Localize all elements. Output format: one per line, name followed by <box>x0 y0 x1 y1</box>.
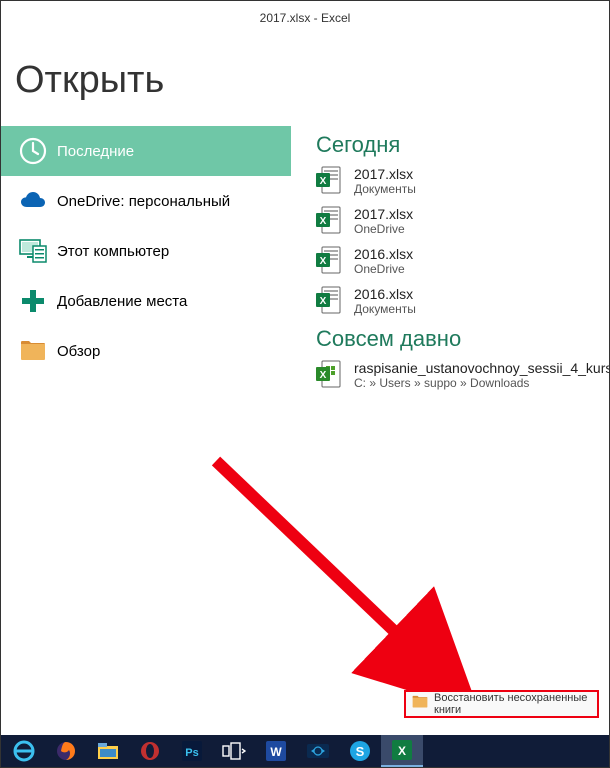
section-old-title: Совсем давно <box>316 326 609 352</box>
location-add-place[interactable]: Добавление места <box>1 276 291 326</box>
taskbar-explorer[interactable] <box>87 735 129 767</box>
page-title: Открыть <box>1 29 609 126</box>
taskbar-edge[interactable] <box>3 735 45 767</box>
taskbar: Ps W S X <box>1 735 609 767</box>
excel-file-icon <box>316 246 344 274</box>
location-onedrive[interactable]: OneDrive: персональный <box>1 176 291 226</box>
file-row[interactable]: 2016.xlsxДокументы <box>316 286 609 316</box>
taskbar-opera[interactable] <box>129 735 171 767</box>
computer-icon <box>15 239 51 263</box>
excel-file-icon <box>316 206 344 234</box>
location-label: OneDrive: персональный <box>57 193 230 210</box>
file-row[interactable]: 2016.xlsxOneDrive <box>316 246 609 276</box>
section-today-title: Сегодня <box>316 132 609 158</box>
file-sub: Документы <box>354 182 416 196</box>
file-name: raspisanie_ustanovochnoy_sessii_4_kursa <box>354 360 609 376</box>
excel-file-old-icon <box>316 360 344 388</box>
location-browse[interactable]: Обзор <box>1 326 291 376</box>
location-label: Последние <box>57 143 134 160</box>
file-sub: OneDrive <box>354 262 413 276</box>
location-this-pc[interactable]: Этот компьютер <box>1 226 291 276</box>
file-name: 2016.xlsx <box>354 286 416 302</box>
location-label: Обзор <box>57 343 100 360</box>
file-name: 2016.xlsx <box>354 246 413 262</box>
taskbar-teamviewer[interactable] <box>297 735 339 767</box>
file-row[interactable]: 2017.xlsxДокументы <box>316 166 609 196</box>
file-sub: Документы <box>354 302 416 316</box>
clock-icon <box>15 137 51 165</box>
file-row[interactable]: raspisanie_ustanovochnoy_sessii_4_kursaC… <box>316 360 609 390</box>
annotation-arrow <box>206 451 486 711</box>
recover-label: Восстановить несохраненные книги <box>434 692 591 716</box>
file-sub: OneDrive <box>354 222 413 236</box>
file-sub: C: » Users » suppo » Downloads <box>354 376 609 390</box>
taskbar-photoshop[interactable]: Ps <box>171 735 213 767</box>
taskbar-word[interactable]: W <box>255 735 297 767</box>
file-name: 2017.xlsx <box>354 166 416 182</box>
cloud-icon <box>15 191 51 211</box>
svg-text:X: X <box>398 744 406 758</box>
folder-icon <box>15 340 51 362</box>
plus-icon <box>15 288 51 314</box>
excel-file-icon <box>316 286 344 314</box>
folder-icon <box>412 695 428 714</box>
location-list: Последние OneDrive: персональный Этот ко… <box>1 126 291 400</box>
excel-file-icon <box>316 166 344 194</box>
svg-text:W: W <box>270 745 282 759</box>
location-label: Этот компьютер <box>57 243 169 260</box>
taskbar-excel[interactable]: X <box>381 735 423 767</box>
file-row[interactable]: 2017.xlsxOneDrive <box>316 206 609 236</box>
window-title: 2017.xlsx - Excel <box>1 1 609 29</box>
svg-text:Ps: Ps <box>185 747 198 759</box>
recover-unsaved-button[interactable]: Восстановить несохраненные книги <box>404 690 599 718</box>
location-label: Добавление места <box>57 293 187 310</box>
svg-text:S: S <box>356 744 365 759</box>
taskbar-skype[interactable]: S <box>339 735 381 767</box>
location-recent[interactable]: Последние <box>1 126 291 176</box>
taskbar-firefox[interactable] <box>45 735 87 767</box>
taskbar-taskview[interactable] <box>213 735 255 767</box>
file-name: 2017.xlsx <box>354 206 413 222</box>
